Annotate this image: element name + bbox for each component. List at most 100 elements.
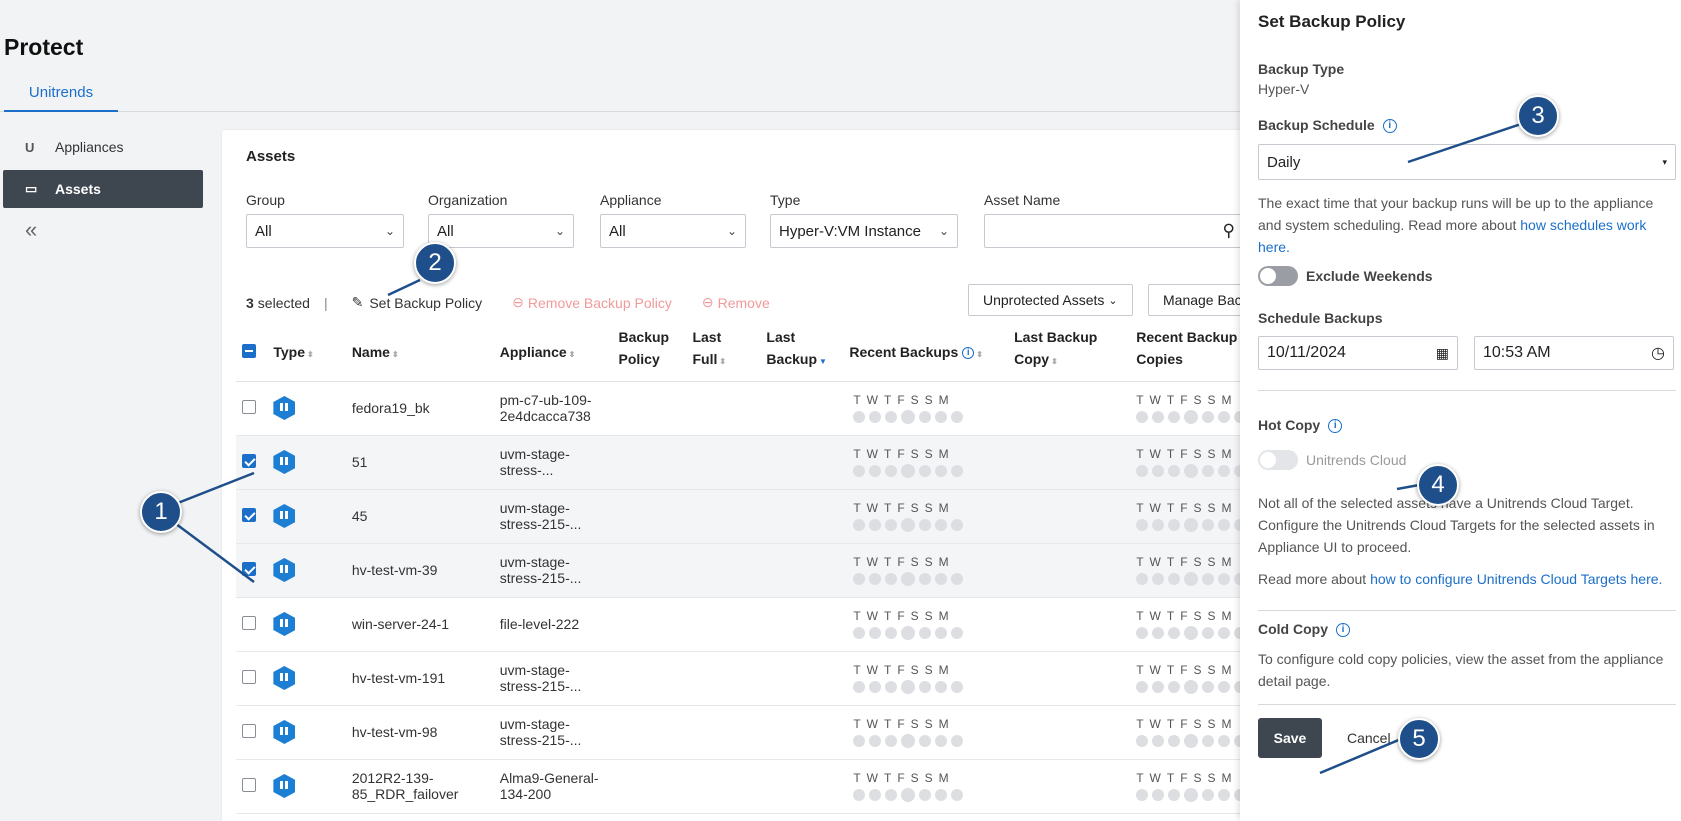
- backup-status-dot[interactable]: [935, 572, 948, 585]
- name-cell[interactable]: hv-test-vm-39: [345, 543, 494, 598]
- backup-schedule-select[interactable]: Daily ▾: [1258, 144, 1676, 180]
- backup-status-dot[interactable]: [935, 518, 948, 531]
- backup-status-dot[interactable]: [885, 572, 898, 585]
- backup-status-dot[interactable]: [885, 734, 898, 747]
- group-select[interactable]: All ⌄: [246, 214, 404, 248]
- backup-status-dot[interactable]: [1136, 410, 1149, 423]
- backup-status-dot[interactable]: [1152, 572, 1165, 585]
- cancel-button[interactable]: Cancel: [1347, 730, 1391, 746]
- backup-status-dot[interactable]: [919, 464, 932, 477]
- appliance-select[interactable]: All ⌄: [600, 214, 746, 248]
- select-all-checkbox[interactable]: [242, 344, 256, 359]
- table-row[interactable]: fedora19_bk pm-c7-ub-109-2e4dcacca738 TWTF…: [236, 381, 1276, 436]
- backup-status-dot[interactable]: [901, 733, 916, 748]
- info-icon[interactable]: i: [962, 347, 975, 360]
- backup-status-dot[interactable]: [951, 626, 964, 639]
- backup-status-dot[interactable]: [1168, 518, 1181, 531]
- table-row[interactable]: hv-test-vm-191 uvm-stage-stress-215-... TW…: [236, 651, 1276, 706]
- backup-status-dot[interactable]: [869, 464, 882, 477]
- backup-status-dot[interactable]: [1218, 788, 1231, 801]
- backup-status-dot[interactable]: [1184, 571, 1199, 586]
- col-last-backup[interactable]: Last Backup ▼: [760, 326, 844, 382]
- backup-status-dot[interactable]: [1168, 626, 1181, 639]
- exclude-weekends-toggle[interactable]: [1258, 266, 1298, 286]
- row-checkbox[interactable]: [242, 669, 256, 684]
- col-last-backup-copy[interactable]: Last Backup Copy ⬍: [1008, 326, 1131, 382]
- remove-backup-policy-button[interactable]: ⊖ Remove Backup Policy: [512, 294, 672, 311]
- backup-status-dot[interactable]: [1218, 734, 1231, 747]
- col-recent-backups[interactable]: Recent Backups i ⬍: [843, 326, 1009, 382]
- backup-status-dot[interactable]: [935, 734, 948, 747]
- name-cell[interactable]: win-server-24-1: [345, 597, 494, 652]
- organization-select[interactable]: All ⌄: [428, 214, 574, 248]
- search-icon[interactable]: ⚲: [1223, 221, 1235, 241]
- backup-status-dot[interactable]: [935, 788, 948, 801]
- row-checkbox[interactable]: [242, 561, 256, 576]
- unprotected-assets-button[interactable]: Unprotected Assets ⌄: [968, 284, 1133, 316]
- table-row[interactable]: hv-test-vm-98 uvm-stage-stress-215-... TWT…: [236, 705, 1276, 760]
- backup-status-dot[interactable]: [919, 626, 932, 639]
- backup-status-dot[interactable]: [885, 518, 898, 531]
- backup-status-dot[interactable]: [1184, 463, 1199, 478]
- backup-status-dot[interactable]: [1168, 410, 1181, 423]
- remove-button[interactable]: ⊖ Remove: [702, 294, 770, 311]
- backup-status-dot[interactable]: [951, 572, 964, 585]
- backup-status-dot[interactable]: [1168, 734, 1181, 747]
- name-cell[interactable]: hv-test-vm-98: [345, 705, 494, 760]
- save-button[interactable]: Save: [1258, 718, 1322, 758]
- backup-status-dot[interactable]: [1202, 518, 1215, 531]
- backup-status-dot[interactable]: [919, 734, 932, 747]
- backup-status-dot[interactable]: [935, 626, 948, 639]
- time-input[interactable]: 10:53 AM ◷: [1474, 336, 1674, 370]
- name-cell[interactable]: 45: [345, 489, 494, 544]
- row-checkbox[interactable]: [242, 399, 256, 414]
- backup-status-dot[interactable]: [1202, 680, 1215, 693]
- backup-status-dot[interactable]: [885, 626, 898, 639]
- backup-status-dot[interactable]: [885, 410, 898, 423]
- name-cell[interactable]: 2012R2-139-85_RDR_failover: [345, 759, 494, 814]
- backup-status-dot[interactable]: [1136, 572, 1149, 585]
- backup-status-dot[interactable]: [1152, 464, 1165, 477]
- backup-status-dot[interactable]: [1152, 734, 1165, 747]
- backup-status-dot[interactable]: [885, 680, 898, 693]
- backup-status-dot[interactable]: [869, 734, 882, 747]
- backup-status-dot[interactable]: [1168, 680, 1181, 693]
- row-checkbox[interactable]: [242, 615, 256, 630]
- backup-status-dot[interactable]: [901, 463, 916, 478]
- row-checkbox[interactable]: [242, 453, 256, 468]
- asset-name-input[interactable]: ⚲: [984, 214, 1244, 248]
- backup-status-dot[interactable]: [1136, 788, 1149, 801]
- backup-status-dot[interactable]: [853, 680, 866, 693]
- backup-status-dot[interactable]: [1218, 626, 1231, 639]
- backup-status-dot[interactable]: [1152, 518, 1165, 531]
- backup-status-dot[interactable]: [901, 787, 916, 802]
- cloud-targets-link[interactable]: how to configure Unitrends Cloud Targets…: [1370, 571, 1662, 587]
- backup-status-dot[interactable]: [935, 680, 948, 693]
- backup-status-dot[interactable]: [1202, 734, 1215, 747]
- backup-status-dot[interactable]: [951, 734, 964, 747]
- backup-status-dot[interactable]: [919, 572, 932, 585]
- table-row[interactable]: hv-test-vm-39 uvm-stage-stress-215-... TWT…: [236, 543, 1276, 598]
- backup-status-dot[interactable]: [885, 788, 898, 801]
- table-row[interactable]: win-server-24-1 file-level-222 TWTFSSM TWTF…: [236, 597, 1276, 652]
- sidebar-item-appliances[interactable]: U Appliances: [3, 128, 203, 166]
- date-input[interactable]: 10/11/2024 ▦: [1258, 336, 1458, 370]
- backup-status-dot[interactable]: [919, 788, 932, 801]
- backup-status-dot[interactable]: [1168, 464, 1181, 477]
- backup-status-dot[interactable]: [1202, 626, 1215, 639]
- backup-status-dot[interactable]: [1218, 410, 1231, 423]
- row-checkbox[interactable]: [242, 723, 256, 738]
- backup-status-dot[interactable]: [935, 410, 948, 423]
- backup-status-dot[interactable]: [853, 572, 866, 585]
- backup-status-dot[interactable]: [1184, 787, 1199, 802]
- backup-status-dot[interactable]: [1168, 572, 1181, 585]
- backup-status-dot[interactable]: [869, 680, 882, 693]
- backup-status-dot[interactable]: [1152, 788, 1165, 801]
- backup-status-dot[interactable]: [1218, 680, 1231, 693]
- backup-status-dot[interactable]: [1184, 517, 1199, 532]
- backup-status-dot[interactable]: [901, 679, 916, 694]
- set-backup-policy-button[interactable]: ✎ Set Backup Policy: [352, 294, 483, 311]
- backup-status-dot[interactable]: [901, 571, 916, 586]
- backup-status-dot[interactable]: [1136, 734, 1149, 747]
- backup-status-dot[interactable]: [1202, 788, 1215, 801]
